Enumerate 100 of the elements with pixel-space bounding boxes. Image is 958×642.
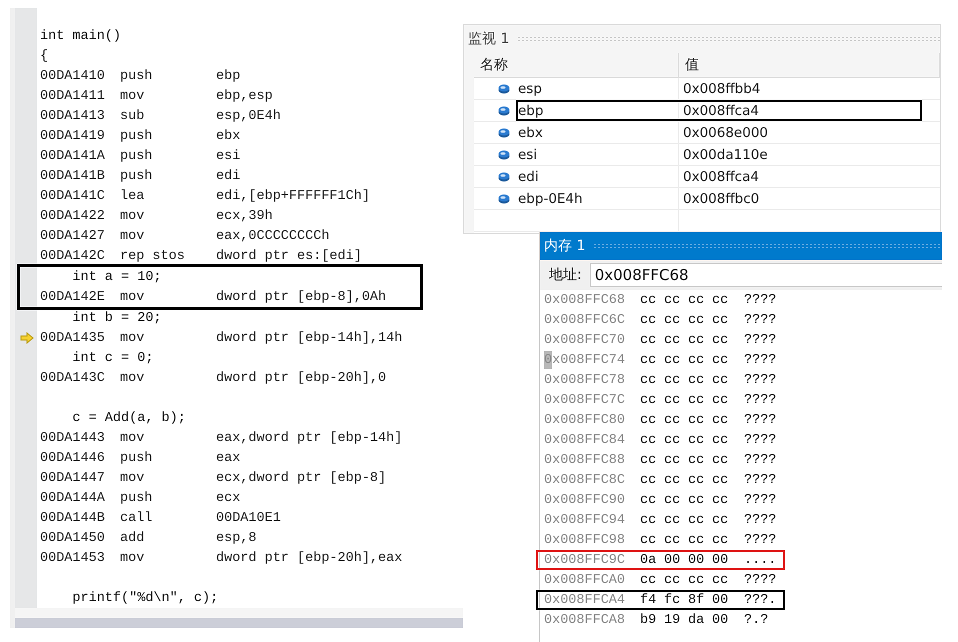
instruction-mnemonic: mov [120,88,146,104]
watch-value: 0x0068e000 [683,124,768,140]
instruction-address: 00DA1443 [40,430,106,446]
memory-byte: cc [640,572,658,588]
memory-byte: 00 [664,552,682,568]
memory-ascii: ???? [744,472,776,488]
memory-ascii: .... [744,552,776,568]
instruction-address: 00DA1453 [40,550,106,566]
watch-value: 0x008ffca4 [683,102,759,118]
variable-icon [498,150,510,160]
memory-byte: cc [664,292,682,308]
instruction-address: 00DA1446 [40,450,106,466]
memory-byte: cc [664,512,682,528]
memory-address: 0x008FFC98 [544,532,626,548]
instruction-operands: dword ptr [ebp-20h],0 [216,370,386,386]
source-line: c = Add(a, b); [71,410,186,426]
memory-byte: cc [688,472,706,488]
instruction-operands: dword ptr [ebp-14h],14h [216,330,402,346]
instruction-mnemonic: mov [120,430,146,446]
instruction-address: 00DA1447 [40,470,106,486]
instruction-address: 00DA141A [40,148,106,164]
memory-byte: cc [712,472,730,488]
memory-byte: cc [640,312,658,328]
watch-name: esp [518,80,542,96]
column-header[interactable]: 名称 [474,53,679,77]
instruction-address: 00DA1435 [40,330,106,346]
instruction-address: 00DA143C [40,370,106,386]
memory-byte: cc [688,392,706,408]
memory-byte: cc [664,472,682,488]
instruction-address: 00DA1450 [40,530,106,546]
memory-byte: cc [688,292,706,308]
memory-ascii: ???? [744,452,776,468]
instruction-address: 00DA142C [40,248,106,264]
instruction-address: 00DA142E [40,290,106,304]
memory-address: 0x008FFCA0 [544,572,626,588]
memory-address: 0x008FFC7C [544,392,626,408]
address-label: 地址: [549,266,582,284]
instruction-mnemonic: lea [120,188,146,204]
memory-byte: cc [640,412,658,428]
watch-name: ebp [518,102,544,118]
instruction-mnemonic: mov [120,330,146,346]
instruction-mnemonic: mov [120,208,146,224]
instruction-address: 00DA1411 [40,88,106,104]
memory-byte: cc [664,452,682,468]
memory-address: 0x008FFC78 [544,372,626,388]
instruction-operands: ecx,39h [216,208,273,224]
memory-ascii: ???? [744,372,776,388]
instruction-operands: ecx [216,490,240,506]
memory-byte: fc [664,592,682,608]
source-line: { [40,48,48,64]
memory-byte: cc [664,392,682,408]
variable-icon [498,128,510,138]
column-header[interactable]: 值 [679,53,940,77]
instruction-mnemonic: push [120,128,154,144]
instruction-operands: eax,0CCCCCCCCh [216,228,330,244]
memory-byte: cc [640,292,658,308]
variable-icon [498,84,510,94]
memory-ascii: ???? [744,432,776,448]
memory-byte: cc [640,392,658,408]
address-field[interactable]: 0x008FFC68 [590,263,942,287]
memory-ascii: ???? [744,492,776,508]
variable-icon [498,172,510,182]
memory-address: 0x008FFC94 [544,512,626,528]
instruction-operands: esp,0E4h [216,108,281,124]
instruction-address: 00DA1427 [40,228,106,244]
memory-byte: cc [688,312,706,328]
source-line: int a = 10; [71,270,162,284]
memory-ascii: ???? [744,392,776,408]
instruction-address: 00DA1419 [40,128,106,144]
watch-value: 0x00da110e [683,146,768,162]
instruction-address: 00DA1413 [40,108,106,124]
instruction-mnemonic: mov [120,370,146,386]
memory-byte: cc [688,512,706,528]
memory-address: 0x008FFCA4 [544,592,626,608]
instruction-operands: dword ptr es:[edi] [216,248,362,264]
memory-ascii: ???? [744,412,776,428]
memory-ascii: ???? [744,532,776,548]
instruction-operands: edi,[ebp+FFFFFF1Ch] [216,188,370,204]
memory-byte: cc [640,352,658,368]
memory-address: 0x008FFC90 [544,492,626,508]
memory-byte: 19 [664,612,682,628]
memory-byte: cc [640,492,658,508]
memory-byte: cc [688,432,706,448]
memory-byte: cc [712,372,730,388]
instruction-mnemonic: mov [120,470,146,486]
instruction-mnemonic: push [120,68,154,84]
memory-byte: cc [688,412,706,428]
memory-byte: cc [712,452,730,468]
instruction-mnemonic: rep stos [120,248,186,264]
source-line: printf("%d\n", c); [71,590,218,606]
watch-name: ebp-0E4h [518,190,583,206]
memory-byte: cc [640,452,658,468]
memory-byte: cc [664,332,682,348]
memory-address: 0x008FFC80 [544,412,626,428]
memory-byte: cc [712,532,730,548]
instruction-address: 00DA144B [40,510,106,526]
memory-byte: 00 [712,592,730,608]
memory-byte: cc [712,312,730,328]
memory-byte: 00 [712,552,730,568]
instruction-address: 00DA144A [40,490,106,506]
